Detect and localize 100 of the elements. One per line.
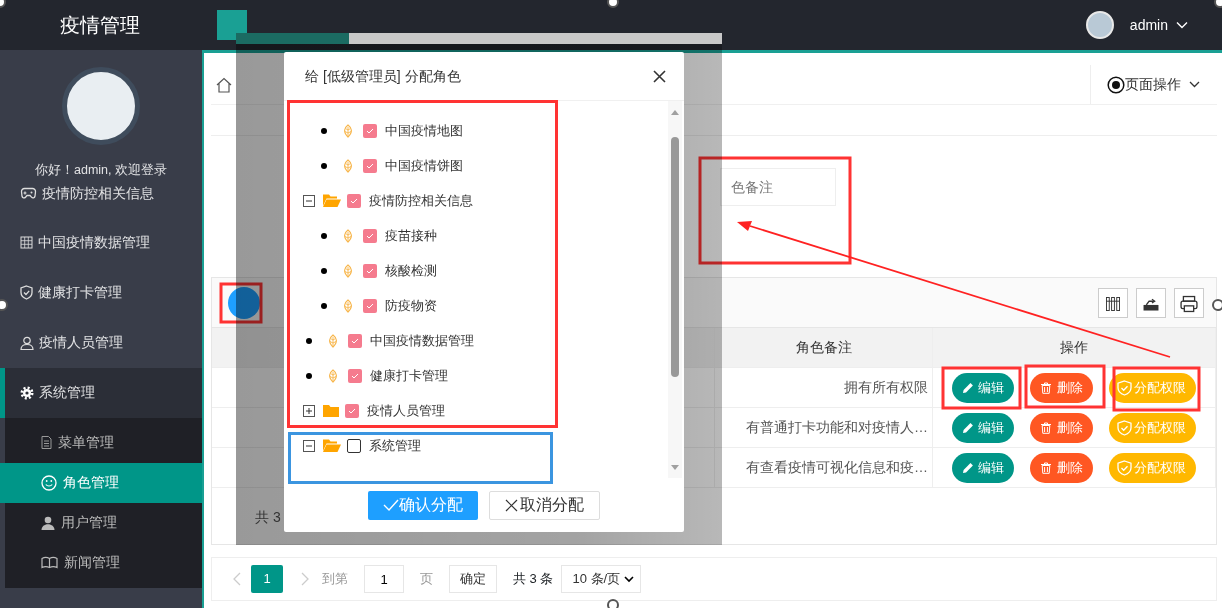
leaf-icon — [327, 333, 339, 348]
bullet-icon — [321, 302, 327, 309]
chevron-down-icon[interactable] — [1189, 81, 1200, 88]
annotation-frame — [219, 282, 263, 324]
tab-marker — [217, 10, 247, 40]
checkbox[interactable] — [348, 333, 362, 348]
check-icon — [366, 162, 374, 169]
tree-item-label[interactable]: 防疫物资 — [385, 295, 437, 316]
pencil-icon — [962, 461, 974, 474]
checkbox[interactable] — [363, 123, 377, 138]
trash-icon — [1040, 461, 1052, 474]
record-count: 共 3 — [255, 507, 281, 527]
bullet-icon — [321, 162, 327, 169]
check-icon — [366, 232, 374, 239]
sidebar-item[interactable]: 疫情人员管理 — [0, 317, 202, 368]
sidebar-subitem[interactable]: 新闻管理 — [5, 542, 202, 583]
checkbox[interactable] — [363, 158, 377, 173]
bullet-icon — [321, 232, 327, 239]
search-field[interactable]: 色备注 — [720, 168, 836, 206]
leaf-icon — [342, 158, 354, 173]
check-icon — [366, 127, 374, 134]
home-icon[interactable] — [216, 76, 232, 93]
column-header: 角色备注 — [795, 338, 852, 357]
trash-icon — [1040, 381, 1052, 394]
bullet-icon — [321, 267, 327, 274]
selection-handle[interactable] — [1212, 299, 1222, 311]
page-unit-label: 页 — [420, 570, 433, 589]
cancel-assign-button[interactable]: 取消分配 — [489, 490, 600, 520]
edit-button[interactable]: 编辑 — [952, 372, 1014, 403]
sidebar-item[interactable]: 中国疫情数据管理 — [0, 217, 202, 268]
sidebar-subitem[interactable]: 菜单管理 — [5, 422, 202, 463]
checkbox[interactable] — [347, 193, 361, 208]
checkbox[interactable] — [348, 368, 362, 383]
grid-icon — [20, 236, 33, 250]
folder-icon — [323, 439, 341, 452]
edit-button[interactable]: 编辑 — [952, 412, 1014, 443]
user-name[interactable]: admin — [1129, 14, 1168, 36]
expand-icon[interactable] — [303, 404, 315, 417]
total-count: 共 3 条 — [513, 570, 554, 589]
radio-dot-icon[interactable] — [1107, 75, 1125, 94]
selection-handle[interactable] — [0, 299, 8, 311]
collapse-icon[interactable] — [303, 439, 315, 452]
check-icon — [351, 372, 359, 379]
sidebar-item[interactable]: 系统管理 — [0, 367, 202, 418]
shield-check-icon — [20, 285, 33, 301]
tree-item-label[interactable]: 中国疫情地图 — [385, 120, 463, 141]
page-input[interactable]: 1 — [364, 565, 404, 593]
pencil-icon — [962, 381, 974, 394]
check-icon — [351, 337, 359, 344]
leaf-icon — [342, 298, 354, 313]
tree-item-label[interactable]: 疫情防控相关信息 — [369, 190, 473, 211]
collapse-icon[interactable] — [303, 194, 315, 207]
page-button[interactable]: 1 — [251, 565, 283, 593]
tree-item-label[interactable]: 核酸检测 — [385, 260, 437, 281]
document-icon — [41, 436, 52, 450]
gamepad-icon — [20, 187, 37, 201]
gear-icon — [20, 385, 34, 400]
dialog-title: 给 [低级管理员] 分配角色 — [305, 66, 461, 86]
table-cell-text: 有普通打卡功能和对疫情人… — [746, 418, 928, 437]
edit-button[interactable]: 编辑 — [952, 452, 1014, 483]
tree-item-label[interactable]: 健康打卡管理 — [370, 365, 448, 386]
selection-handle[interactable] — [1214, 0, 1222, 8]
bullet-icon — [306, 337, 312, 344]
checkbox[interactable] — [363, 263, 377, 278]
page-actions-menu[interactable]: 页面操作 — [1107, 74, 1200, 95]
close-icon[interactable] — [653, 69, 666, 83]
user-icon — [20, 335, 34, 350]
selection-handle[interactable] — [607, 0, 619, 8]
folder-icon — [323, 404, 339, 417]
column-header: 操作 — [1060, 338, 1088, 357]
tree-item-label[interactable]: 中国疫情饼图 — [385, 155, 463, 176]
smile-icon — [41, 474, 57, 491]
sidebar-item[interactable]: 疫情防控相关信息 — [0, 179, 202, 208]
toolbar-button[interactable] — [228, 286, 260, 319]
sidebar-subitem[interactable]: 用户管理 — [5, 502, 202, 543]
tree-item-label[interactable]: 疫苗接种 — [385, 225, 437, 246]
shield-check-icon — [1117, 379, 1132, 396]
chevron-down-icon[interactable] — [624, 575, 635, 583]
tree-item-label[interactable]: 中国疫情数据管理 — [370, 330, 474, 351]
tree-item-label[interactable]: 疫情人员管理 — [367, 400, 445, 421]
checkbox[interactable] — [345, 403, 359, 418]
table-cell-text: 拥有所有权限 — [844, 378, 928, 397]
trash-icon — [1040, 421, 1052, 434]
goto-label: 到第 — [322, 570, 348, 589]
leaf-icon — [327, 368, 339, 383]
tree-item-label[interactable]: 系统管理 — [369, 435, 421, 456]
checkbox[interactable] — [347, 438, 361, 453]
scrollbar[interactable] — [668, 101, 682, 478]
user-avatar — [1085, 11, 1114, 39]
confirm-button[interactable]: 确定 — [449, 565, 497, 593]
sidebar-subitem[interactable]: 角色管理 — [0, 462, 202, 503]
leaf-icon — [342, 263, 354, 278]
sidebar-item[interactable]: 健康打卡管理 — [0, 267, 202, 318]
selection-handle[interactable] — [0, 0, 6, 8]
checkbox[interactable] — [363, 228, 377, 243]
page-size-select[interactable]: 10 条/页 — [561, 565, 642, 593]
checkbox[interactable] — [363, 298, 377, 313]
bullet-icon — [306, 372, 312, 379]
check-icon — [366, 302, 374, 309]
selection-handle[interactable] — [607, 599, 619, 608]
